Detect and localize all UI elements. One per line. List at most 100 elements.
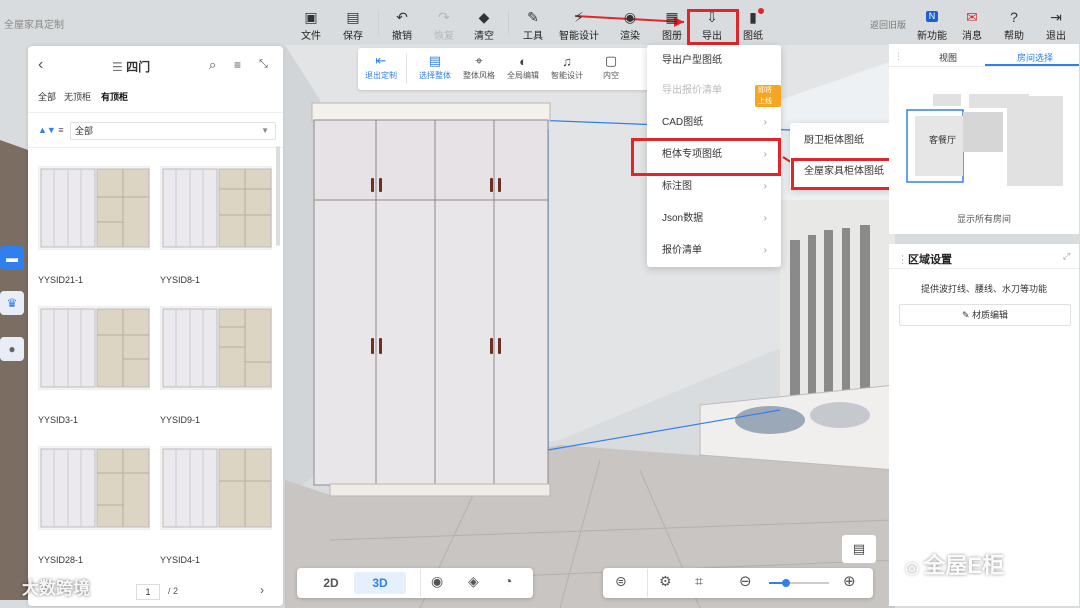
exit-button[interactable]: ⇥ 退出 [1036, 8, 1076, 43]
tools-button[interactable]: ✎ 工具 [513, 8, 553, 43]
messages-button[interactable]: ✉ 消息 [952, 8, 992, 43]
view-3d-button[interactable]: 3D [354, 572, 406, 594]
custom-edit-toolbar: ⇤ 退出定制 ▤ 选择整体 ⌖ 整体风格 ◐ 全局编辑 ♫ 智能设计 ▢ 内空 [358, 48, 658, 90]
redo-button[interactable]: ↷ 恢复 [424, 8, 464, 43]
filter-all[interactable]: 全部 [38, 90, 56, 103]
eraser-icon: ◆ [478, 8, 490, 25]
panel-divider [28, 112, 283, 113]
redo-icon: ↷ [438, 8, 450, 25]
cabinet-drawings-highlight-box [631, 138, 781, 176]
smart-design-button[interactable]: ⚡ 智能设计 [556, 8, 602, 43]
cube-icon[interactable]: ◈ [468, 573, 479, 590]
page-total: / 2 [168, 586, 179, 596]
save-button[interactable]: ▤ 保存 [333, 8, 373, 43]
back-chevron-icon[interactable]: ‹ [38, 56, 43, 74]
inner-space-button[interactable]: ▢ 内空 [590, 52, 632, 81]
side-tool-3[interactable]: ● [0, 337, 24, 361]
render-button[interactable]: ◉ 渲染 [610, 8, 650, 43]
album-icon: ▦ [665, 8, 679, 25]
select-whole-button[interactable]: ▤ 选择整体 [414, 52, 456, 81]
gift-icon: ✉ [966, 8, 978, 25]
catalog-item[interactable] [38, 166, 150, 250]
room-label[interactable]: 客餐厅 [929, 133, 956, 146]
show-all-rooms-link[interactable]: 显示所有房间 [889, 212, 1079, 225]
camera-settings-icon[interactable]: ⚙ [659, 573, 672, 590]
zoom-slider-handle[interactable] [782, 579, 790, 587]
drawings-button[interactable]: ▮ 图纸 [733, 8, 773, 43]
toolbar-divider [378, 10, 379, 36]
tab-room-select[interactable]: 房间选择 [1017, 51, 1053, 64]
overall-style-button[interactable]: ⌖ 整体风格 [458, 52, 500, 81]
smart-design-tool-button[interactable]: ♫ 智能设计 [546, 52, 588, 81]
filter-no-top[interactable]: 无顶柜 [64, 90, 91, 103]
menu-icon[interactable]: ≡ [234, 58, 241, 72]
clipboard-icon[interactable]: ▤ [842, 535, 876, 563]
exit-icon: ⇥ [1050, 8, 1062, 25]
menu-item-quote-list[interactable]: 报价清单 › [647, 236, 781, 266]
notification-dot [758, 8, 764, 14]
tab-view[interactable]: 视图 [939, 51, 957, 64]
side-tool-1[interactable]: ▬ [0, 246, 24, 270]
menu-item-cad[interactable]: CAD图纸 › [647, 108, 781, 138]
area-settings-title: ⋮区域设置 [897, 254, 952, 266]
next-page-icon[interactable]: › [260, 583, 264, 597]
scrollbar[interactable] [276, 146, 280, 246]
panel-divider [28, 147, 283, 148]
chevron-right-icon: › [763, 213, 767, 224]
zoom-out-icon[interactable]: ⊖ [739, 572, 752, 590]
smart-design-icon: ⚡ [574, 8, 584, 25]
view-2d-button[interactable]: 2D [302, 572, 360, 594]
chevron-right-icon: › [763, 117, 767, 128]
page-input[interactable]: 1 [136, 584, 160, 600]
global-edit-button[interactable]: ◐ 全局编辑 [502, 52, 544, 81]
list-icon: ☰ [112, 60, 127, 74]
catalog-item[interactable] [160, 166, 272, 250]
side-tool-2[interactable]: ♛ [0, 291, 24, 315]
n-badge-icon: N [925, 11, 939, 22]
cabinet-icon: ▬ [6, 251, 18, 265]
exit-custom-button[interactable]: ⇤ 退出定制 [360, 52, 402, 81]
file-button[interactable]: ▣ 文件 [291, 8, 331, 43]
gauge-icon[interactable]: ◔ [504, 573, 512, 589]
menu-item-annotation[interactable]: 标注图 › [647, 172, 781, 202]
chevron-right-icon: › [763, 245, 767, 256]
eye-icon[interactable]: ◉ [431, 573, 443, 590]
undo-button[interactable]: ↶ 撤销 [382, 8, 422, 43]
help-button[interactable]: ? 帮助 [994, 8, 1034, 43]
item-name: YYSID21-1 [38, 275, 84, 285]
collapse-icon[interactable]: ⤡ [259, 58, 268, 71]
catalog-item[interactable] [38, 306, 150, 390]
sort-icon[interactable]: ▲▼ ≡ [38, 125, 64, 135]
wrench-icon: ✎ [527, 8, 539, 25]
wardrobe-thumbnail [162, 308, 272, 388]
filter-with-top[interactable]: 有顶柜 [101, 90, 128, 103]
album-button[interactable]: ▦ 图册 [652, 8, 692, 43]
clear-button[interactable]: ◆ 清空 [464, 8, 504, 43]
area-description: 提供波打线、腰线、水刀等功能 [920, 284, 1047, 294]
wardrobe-thumbnail [162, 168, 272, 248]
tab-divider [889, 66, 1079, 67]
menu-item-json[interactable]: Json数据 › [647, 204, 781, 234]
fit-view-icon[interactable]: ⌗ [695, 573, 703, 590]
smart-design-icon: ♫ [562, 53, 572, 69]
export-highlight-box [687, 9, 739, 45]
sort-select[interactable]: 全部 ▼ [70, 122, 276, 140]
toggle-icon[interactable]: ⊜ [615, 573, 627, 590]
zoom-in-icon[interactable]: ⊕ [843, 572, 856, 590]
menu-item-export-floorplan[interactable]: 导出户型图纸 [647, 46, 781, 76]
new-features-button[interactable]: N 新功能 [912, 8, 952, 42]
view-panel: ⋮ 视图 房间选择 客餐厅 显示所有房间 [889, 44, 1079, 234]
material-edit-button[interactable]: ✎ 材质编辑 [899, 304, 1071, 326]
toolbar-divider [420, 569, 421, 597]
catalog-item[interactable] [38, 446, 150, 530]
camera-icon: ◉ [623, 8, 637, 25]
back-old-version-link[interactable]: 返回旧版 [870, 18, 906, 31]
catalog-item[interactable] [160, 446, 272, 530]
select-icon: ▤ [428, 53, 442, 68]
catalog-item[interactable] [160, 306, 272, 390]
save-icon: ▤ [346, 8, 360, 25]
drag-handle-icon[interactable]: ⋮ [894, 51, 903, 62]
expand-icon[interactable]: ⤢ [1063, 251, 1070, 262]
wardrobe-thumbnail [40, 168, 150, 248]
search-icon[interactable]: ⌕ [209, 57, 216, 73]
